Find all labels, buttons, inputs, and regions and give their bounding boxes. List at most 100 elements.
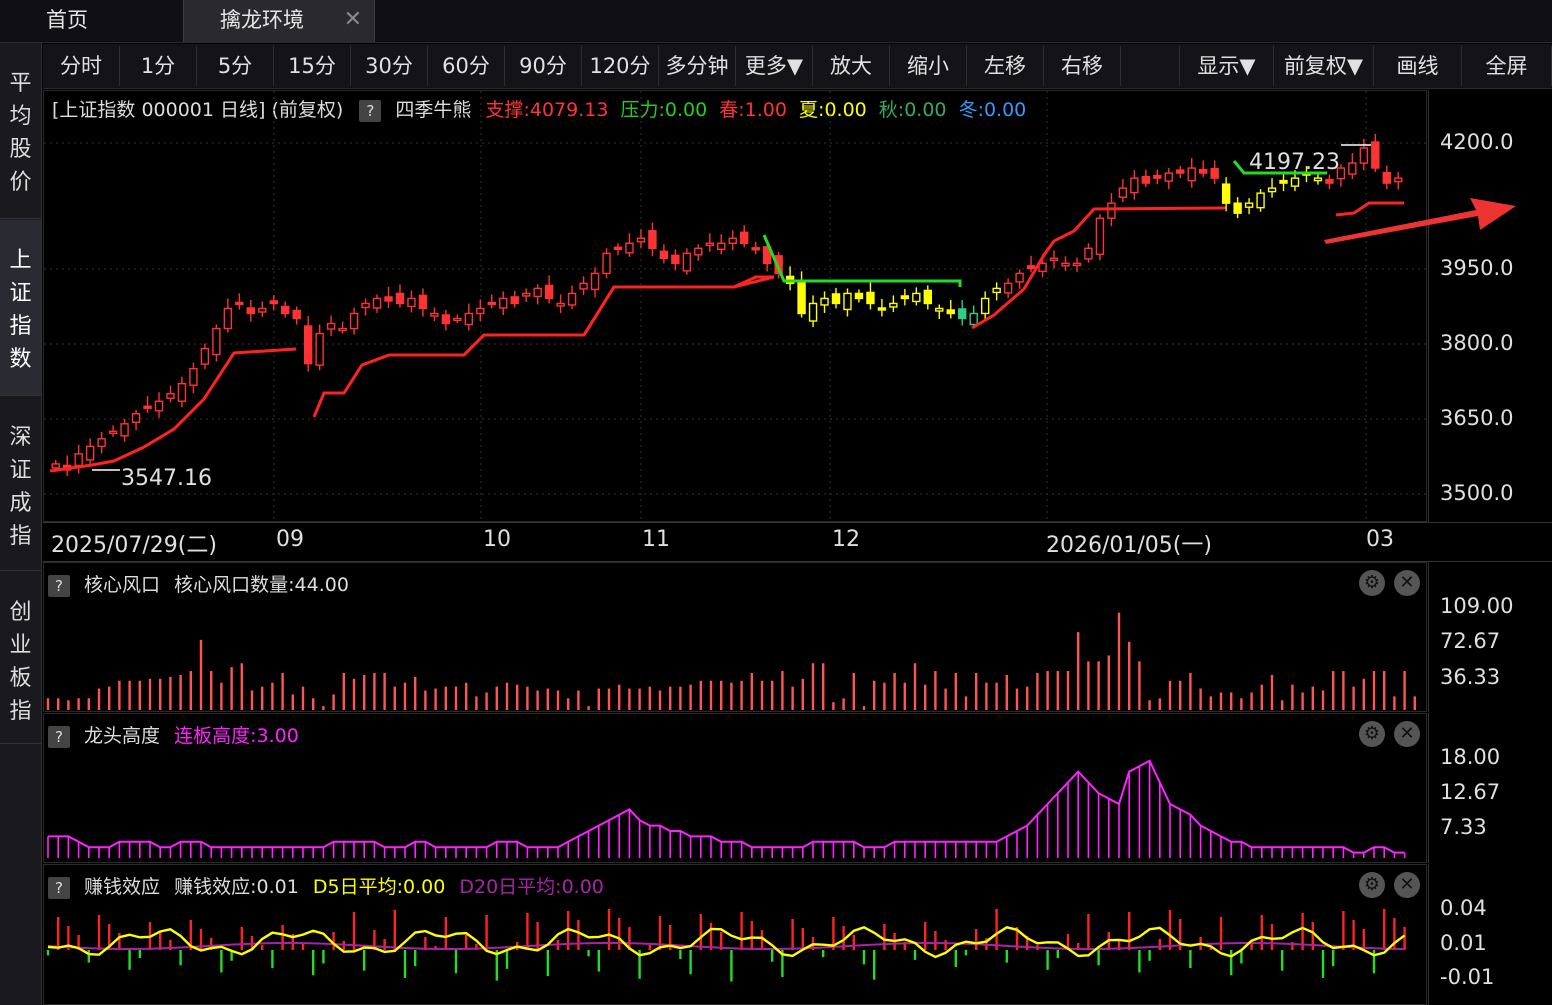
gear-icon[interactable]: ⚙	[1359, 570, 1385, 596]
candle	[166, 385, 175, 403]
toolbar-button-13[interactable]: 右移	[1044, 46, 1121, 86]
panel2-tick: 12.67	[1440, 780, 1501, 804]
date-label: 10	[483, 527, 511, 552]
candle	[602, 248, 611, 279]
support-line	[312, 275, 775, 418]
candle	[935, 304, 944, 320]
candle	[877, 298, 887, 317]
toolbar-button-0[interactable]: 分时	[43, 46, 120, 86]
toolbar-button-8[interactable]: 多分钟	[659, 46, 736, 86]
candle	[544, 275, 554, 304]
price-tick: 4200.0	[1440, 130, 1514, 154]
panel1-name: 核心风口	[84, 574, 161, 596]
money-effect-chart	[46, 909, 1406, 982]
gear-icon[interactable]: ⚙	[1359, 721, 1385, 747]
toolbar-button-6[interactable]: 90分	[505, 46, 582, 86]
close-icon[interactable]: ✕	[1394, 570, 1420, 596]
toolbar-button-3[interactable]: 15分	[274, 46, 351, 86]
candle	[1348, 153, 1357, 180]
candle	[579, 276, 588, 295]
help-icon[interactable]: ?	[48, 574, 70, 597]
toolbar-button-5[interactable]: 60分	[428, 46, 505, 86]
candle	[912, 287, 921, 306]
gear-icon[interactable]: ⚙	[1359, 872, 1385, 898]
core-wind-bars	[46, 612, 1417, 710]
price-tick: 3500.0	[1440, 481, 1514, 505]
candle	[785, 266, 795, 291]
toolbar-button-15[interactable]: 显示▼	[1180, 46, 1274, 86]
candle	[246, 299, 256, 322]
candle	[1003, 278, 1013, 298]
candle	[671, 249, 680, 271]
candle	[820, 291, 829, 313]
toolbar-button-11[interactable]: 缩小	[890, 46, 967, 86]
panel3-tick: 0.04	[1440, 896, 1487, 920]
candle	[1130, 170, 1139, 200]
help-icon[interactable]: ?	[48, 876, 70, 899]
candle	[1244, 198, 1254, 215]
close-icon[interactable]: ✕	[1394, 721, 1420, 747]
toolbar-button-17[interactable]: 画线	[1374, 46, 1462, 86]
candle	[372, 294, 382, 313]
candle	[269, 294, 278, 311]
toolbar-button-12[interactable]: 左移	[967, 46, 1044, 86]
panel3-d20: D20日平均:0.00	[459, 876, 604, 898]
candle	[1198, 160, 1208, 178]
candle	[487, 294, 496, 309]
support-line	[462, 275, 757, 357]
candle	[1221, 177, 1231, 212]
candle	[1187, 158, 1196, 188]
panel3-tick: -0.01	[1440, 965, 1495, 989]
tab-env[interactable]: 擒龙环境 ✕	[183, 0, 375, 42]
candle	[533, 284, 542, 305]
toolbar-button-4[interactable]: 30分	[351, 46, 428, 86]
candle	[97, 431, 106, 454]
toolbar-button-9[interactable]: 更多▼	[736, 46, 813, 86]
left-index-nav: 平均股价上证指数深证成指创业板指	[0, 43, 42, 1005]
nav-item-0[interactable]: 平均股价	[0, 43, 41, 219]
candle	[131, 409, 141, 431]
candle	[189, 362, 198, 394]
period-toolbar: 分时 1分 5分 15分 30分 60分 90分 120分 多分钟 更多▼ 放大 缩小 左移 右移 显示▼ 前…	[43, 44, 1552, 89]
candle	[63, 455, 72, 476]
candle	[1015, 269, 1024, 289]
tab-home[interactable]: 首页	[0, 0, 182, 42]
candle	[74, 444, 83, 474]
candle	[1084, 243, 1093, 263]
candle	[1210, 160, 1219, 185]
candle	[349, 307, 359, 335]
candle	[510, 290, 519, 308]
high-price-label: 4197.23	[1249, 150, 1340, 175]
nav-item-1[interactable]: 上证指数	[0, 220, 41, 396]
nav-item-2[interactable]: 深证成指	[0, 397, 41, 571]
toolbar-button-1[interactable]: 1分	[120, 46, 197, 86]
date-label: 2026/01/05(一)	[1046, 533, 1212, 558]
toolbar-button-7[interactable]: 120分	[582, 46, 659, 86]
candle	[751, 241, 760, 255]
candle	[430, 307, 439, 322]
candle	[1176, 166, 1185, 179]
candle	[1382, 165, 1391, 190]
candlestick-chart[interactable]: 4197.23 3547.16	[44, 91, 1426, 521]
nav-item-3[interactable]: 创业板指	[0, 572, 41, 744]
candle	[326, 315, 336, 337]
help-icon[interactable]: ?	[48, 725, 70, 748]
candle	[120, 418, 129, 442]
red-arrow-annotation	[1324, 198, 1516, 244]
candle	[85, 438, 95, 465]
candle	[613, 243, 623, 256]
toolbar-button-16[interactable]: 前复权▼	[1274, 46, 1374, 86]
candle	[567, 285, 577, 309]
close-icon[interactable]: ✕	[344, 0, 362, 40]
panel1-info: ? 核心风口 核心风口数量:44.00	[48, 570, 349, 597]
toolbar-button-14	[1121, 46, 1180, 86]
candle	[740, 225, 749, 248]
toolbar-button-2[interactable]: 5分	[197, 46, 274, 86]
date-axis	[43, 522, 1552, 562]
toolbar-button-10[interactable]: 放大	[813, 46, 890, 86]
candle	[590, 267, 600, 298]
toolbar-button-18[interactable]: 全屏	[1462, 46, 1552, 86]
close-icon[interactable]: ✕	[1394, 872, 1420, 898]
candle	[946, 299, 955, 319]
candle	[143, 396, 152, 413]
